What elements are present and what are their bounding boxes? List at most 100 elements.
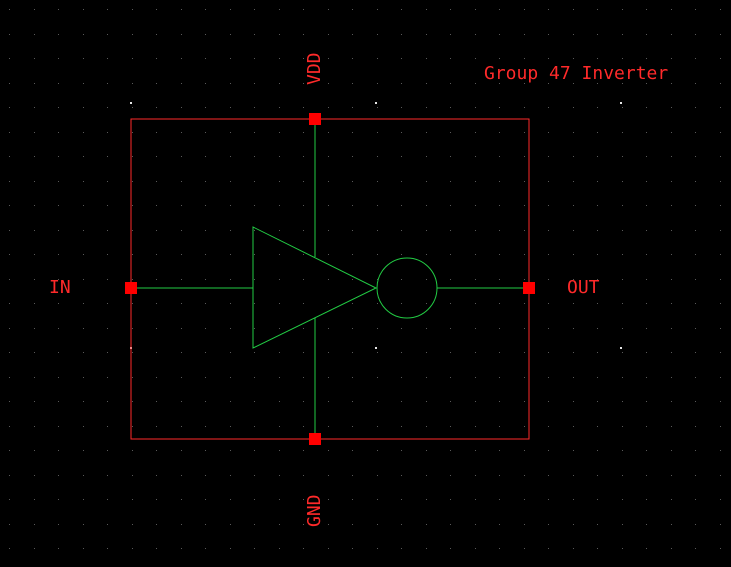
grid-dot [573, 401, 574, 402]
grid-dot [450, 548, 451, 549]
grid-dot [450, 107, 451, 108]
grid-dot [671, 230, 672, 231]
grid-dot [9, 107, 10, 108]
grid-dot [9, 377, 10, 378]
grid-dot [254, 181, 255, 182]
grid-dot [720, 328, 721, 329]
grid-dot [695, 499, 696, 500]
grid-dot [671, 377, 672, 378]
grid-dot [401, 303, 402, 304]
grid-dot [181, 426, 182, 427]
grid-dot [107, 450, 108, 451]
grid-dot [328, 352, 329, 353]
grid-dot [132, 328, 133, 329]
grid-dot [499, 352, 500, 353]
grid-dot [426, 328, 427, 329]
grid-dot [279, 328, 280, 329]
grid-dot [597, 499, 598, 500]
grid-dot [83, 475, 84, 476]
grid-dot [671, 524, 672, 525]
grid-dot [646, 377, 647, 378]
grid-dot [377, 9, 378, 10]
grid-dot [156, 524, 157, 525]
grid-dot [695, 156, 696, 157]
pin-vdd-marker[interactable] [309, 113, 321, 125]
grid-dot [695, 450, 696, 451]
grid-dot [524, 548, 525, 549]
grid-dot [279, 401, 280, 402]
grid-dot [597, 401, 598, 402]
grid-dot [720, 107, 721, 108]
grid-dot [450, 426, 451, 427]
grid-dot [475, 426, 476, 427]
grid-dot [328, 58, 329, 59]
grid-dot [475, 303, 476, 304]
grid-dot [671, 83, 672, 84]
grid-dot [377, 352, 378, 353]
grid-dot [83, 254, 84, 255]
grid-dot [58, 205, 59, 206]
grid-dot [548, 401, 549, 402]
grid-dot [352, 132, 353, 133]
grid-dot [9, 58, 10, 59]
grid-dot [475, 548, 476, 549]
grid-dot [34, 107, 35, 108]
grid-dot [328, 156, 329, 157]
grid-dot [720, 303, 721, 304]
grid-dot [401, 83, 402, 84]
grid-dot [254, 279, 255, 280]
pin-in-marker[interactable] [125, 282, 137, 294]
grid-dot [401, 156, 402, 157]
grid-dot [377, 426, 378, 427]
grid-dot [426, 156, 427, 157]
grid-dot [720, 205, 721, 206]
grid-dot [499, 9, 500, 10]
pin-gnd-marker[interactable] [309, 433, 321, 445]
grid-dot [279, 426, 280, 427]
grid-dot [524, 254, 525, 255]
grid-dot [475, 205, 476, 206]
grid-dot [156, 499, 157, 500]
grid-dot [377, 254, 378, 255]
grid-dot [9, 499, 10, 500]
grid-dot [132, 156, 133, 157]
grid-dot [720, 352, 721, 353]
grid-dot [622, 401, 623, 402]
grid-dot [279, 475, 280, 476]
grid-dot [401, 205, 402, 206]
grid-dot [475, 230, 476, 231]
grid-dot [352, 524, 353, 525]
grid-dot [58, 401, 59, 402]
grid-dot [205, 377, 206, 378]
grid-dot [230, 524, 231, 525]
grid-dot [548, 9, 549, 10]
grid-dot [156, 303, 157, 304]
grid-dot [524, 34, 525, 35]
grid-dot [181, 499, 182, 500]
grid-dot [230, 328, 231, 329]
grid-dot [524, 107, 525, 108]
grid-dot [352, 352, 353, 353]
grid-dot [524, 499, 525, 500]
grid-dot [230, 9, 231, 10]
grid-dot [132, 352, 133, 353]
grid-dot [279, 107, 280, 108]
grid-dot [303, 181, 304, 182]
grid-dot [34, 9, 35, 10]
grid-dot [646, 181, 647, 182]
grid-dot [475, 352, 476, 353]
grid-dot [205, 132, 206, 133]
grid-dot [475, 156, 476, 157]
grid-dot [205, 401, 206, 402]
grid-dot [622, 107, 623, 108]
grid-dot [58, 156, 59, 157]
grid-dot [695, 34, 696, 35]
grid-dot [9, 181, 10, 182]
schematic-canvas [9, 9, 721, 549]
grid-dot [156, 377, 157, 378]
grid-dot [328, 254, 329, 255]
pin-out-marker[interactable] [523, 282, 535, 294]
grid-dot [622, 181, 623, 182]
grid-dot [450, 34, 451, 35]
grid-dot [695, 377, 696, 378]
